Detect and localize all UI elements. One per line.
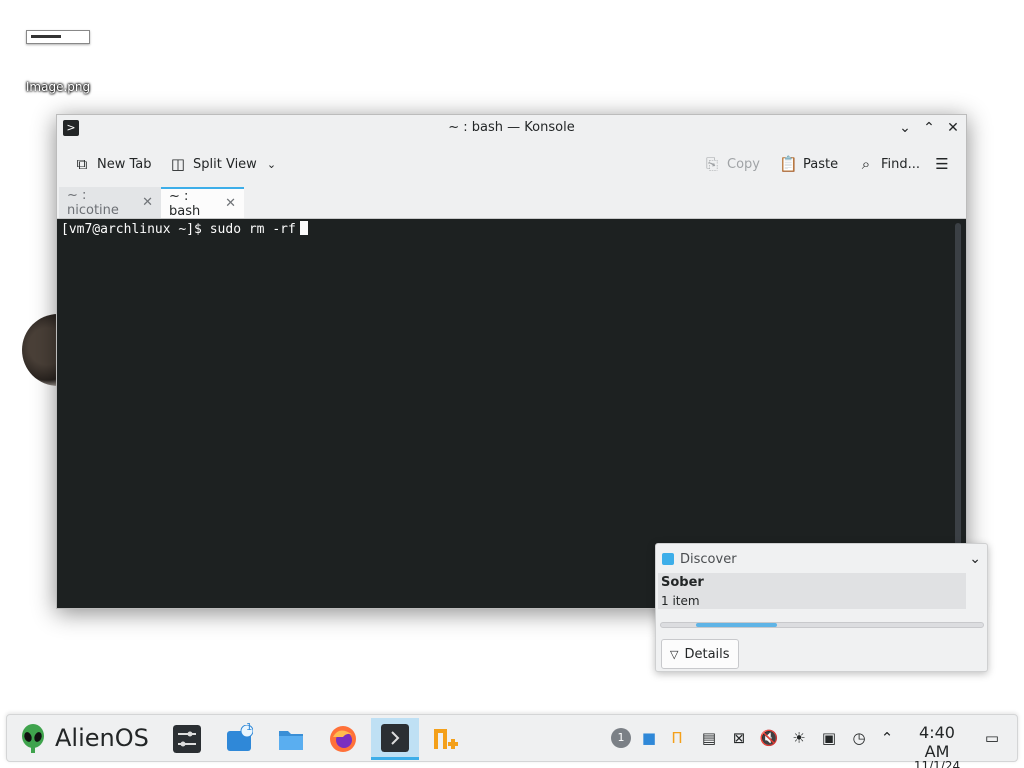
tray-discover-icon[interactable]: ■ (639, 728, 659, 748)
notification-app-name: Discover (680, 551, 737, 567)
progress-fill (696, 623, 777, 627)
tray-brightness-icon[interactable]: ☀ (789, 728, 809, 748)
task-discover[interactable]: 1 (215, 718, 263, 760)
notification-title: Sober (661, 575, 704, 590)
new-tab-icon: ⧉ (76, 155, 88, 173)
tab-bar: ~ : nicotine ✕ ~ : bash ✕ (57, 186, 966, 219)
find-label: Find... (881, 156, 921, 172)
task-file-manager[interactable] (267, 718, 315, 760)
paste-button[interactable]: 📋 Paste (779, 152, 838, 176)
minimize-button[interactable]: ⌄ (895, 118, 915, 138)
titlebar[interactable]: > ~ : bash — Konsole ⌄ ⌃ ✕ (57, 115, 966, 142)
copy-button[interactable]: ⎘ Copy (703, 152, 760, 176)
task-system-settings[interactable] (163, 718, 211, 760)
application-launcher[interactable]: AlienOS (21, 723, 149, 753)
hamburger-menu-button[interactable]: ☰ (933, 152, 957, 176)
new-tab-button[interactable]: ⧉ New Tab (73, 152, 152, 176)
toolbar: ⧉ New Tab ◫ Split View ⌄ ⎘ Copy 📋 Paste … (57, 142, 966, 186)
task-konsole[interactable] (371, 718, 419, 760)
paste-icon: 📋 (779, 155, 798, 173)
notification-header: Discover ⌄ (662, 550, 981, 568)
tray-power-icon[interactable]: ◷ (849, 728, 869, 748)
alien-logo-icon (22, 724, 44, 753)
folder-icon (279, 731, 303, 750)
tray-expand-icon[interactable]: ⌃ (877, 728, 897, 748)
firefox-icon (330, 726, 356, 752)
tab-label: ~ : bash (169, 188, 201, 219)
copy-label: Copy (727, 156, 760, 172)
copy-icon: ⎘ (705, 155, 718, 173)
notification-subtitle: 1 item (661, 594, 700, 608)
split-view-icon: ◫ (170, 155, 186, 173)
launcher-label: AlienOS (55, 724, 149, 752)
tray-nplus-icon[interactable]: Π (667, 728, 687, 748)
desktop-file-label: Image.png (25, 80, 91, 94)
settings-mixer-icon (173, 725, 201, 753)
details-button[interactable]: ▽ Details (661, 639, 739, 669)
hamburger-menu-icon: ☰ (935, 155, 949, 173)
find-button[interactable]: ⌕ Find... (857, 152, 920, 176)
tab-label: ~ : nicotine (67, 187, 119, 218)
progress-bar (660, 622, 984, 628)
nplus-app-icon (434, 729, 458, 749)
task-firefox[interactable] (319, 718, 367, 760)
search-icon: ⌕ (861, 155, 871, 173)
chevron-down-icon: ⌄ (266, 157, 277, 171)
tray-clipboard-icon[interactable]: ▤ (699, 728, 719, 748)
terminal-command: sudo rm -rf (209, 222, 296, 237)
clock-time: 4:40 AM (919, 723, 955, 761)
konsole-window: > ~ : bash — Konsole ⌄ ⌃ ✕ ⧉ New Tab ◫ S… (56, 114, 967, 609)
notification-body: Sober 1 item (658, 573, 966, 609)
digital-clock[interactable]: 4:40 AM 11/1/24 (906, 723, 968, 768)
clock-date: 11/1/24 (913, 759, 961, 768)
store-badge: 1 (246, 722, 253, 733)
close-tab-icon[interactable]: ✕ (142, 195, 153, 210)
new-tab-label: New Tab (97, 156, 152, 172)
terminal-prompt: [vm7@archlinux ~]$ (61, 222, 210, 237)
tab-nicotine[interactable]: ~ : nicotine ✕ (59, 187, 161, 218)
task-nplus[interactable] (423, 718, 471, 760)
terminal-cursor (299, 221, 308, 235)
tray-screenshot-icon[interactable]: ⊠ (729, 728, 749, 748)
close-tab-icon[interactable]: ✕ (225, 196, 236, 211)
split-view-label: Split View (193, 156, 257, 172)
window-title: ~ : bash — Konsole (448, 120, 575, 135)
details-label: Details (684, 646, 730, 662)
tray-storage-icon[interactable]: ▣ (819, 728, 839, 748)
paste-label: Paste (803, 156, 839, 172)
terminal-icon (381, 723, 409, 752)
show-desktop-icon[interactable]: ▭ (982, 728, 1002, 748)
tray-volume-muted-icon[interactable]: 🔇 (759, 728, 779, 748)
maximize-button[interactable]: ⌃ (919, 118, 939, 138)
chevron-down-icon: ▽ (670, 647, 679, 661)
collapse-chevron-icon[interactable]: ⌄ (969, 551, 981, 567)
tray-notification-count[interactable]: 1 (611, 728, 631, 748)
image-thumbnail-icon (26, 30, 90, 44)
close-button[interactable]: ✕ (943, 118, 963, 138)
discover-app-icon (662, 553, 674, 565)
split-view-button[interactable]: ◫ Split View ⌄ (169, 152, 276, 176)
desktop-file-image-png[interactable]: Image.png (18, 30, 98, 94)
discover-notification: Discover ⌄ Sober 1 item ▽ Details (655, 543, 988, 672)
tab-bash[interactable]: ~ : bash ✕ (161, 187, 244, 219)
terminal-line: [vm7@archlinux ~]$ sudo rm -rf (61, 221, 308, 237)
taskbar: AlienOS 1 1 ■ Π ▤ ⊠ 🔇 ☀ ▣ ◷ ⌃ 4:40 AM 11… (6, 714, 1018, 768)
